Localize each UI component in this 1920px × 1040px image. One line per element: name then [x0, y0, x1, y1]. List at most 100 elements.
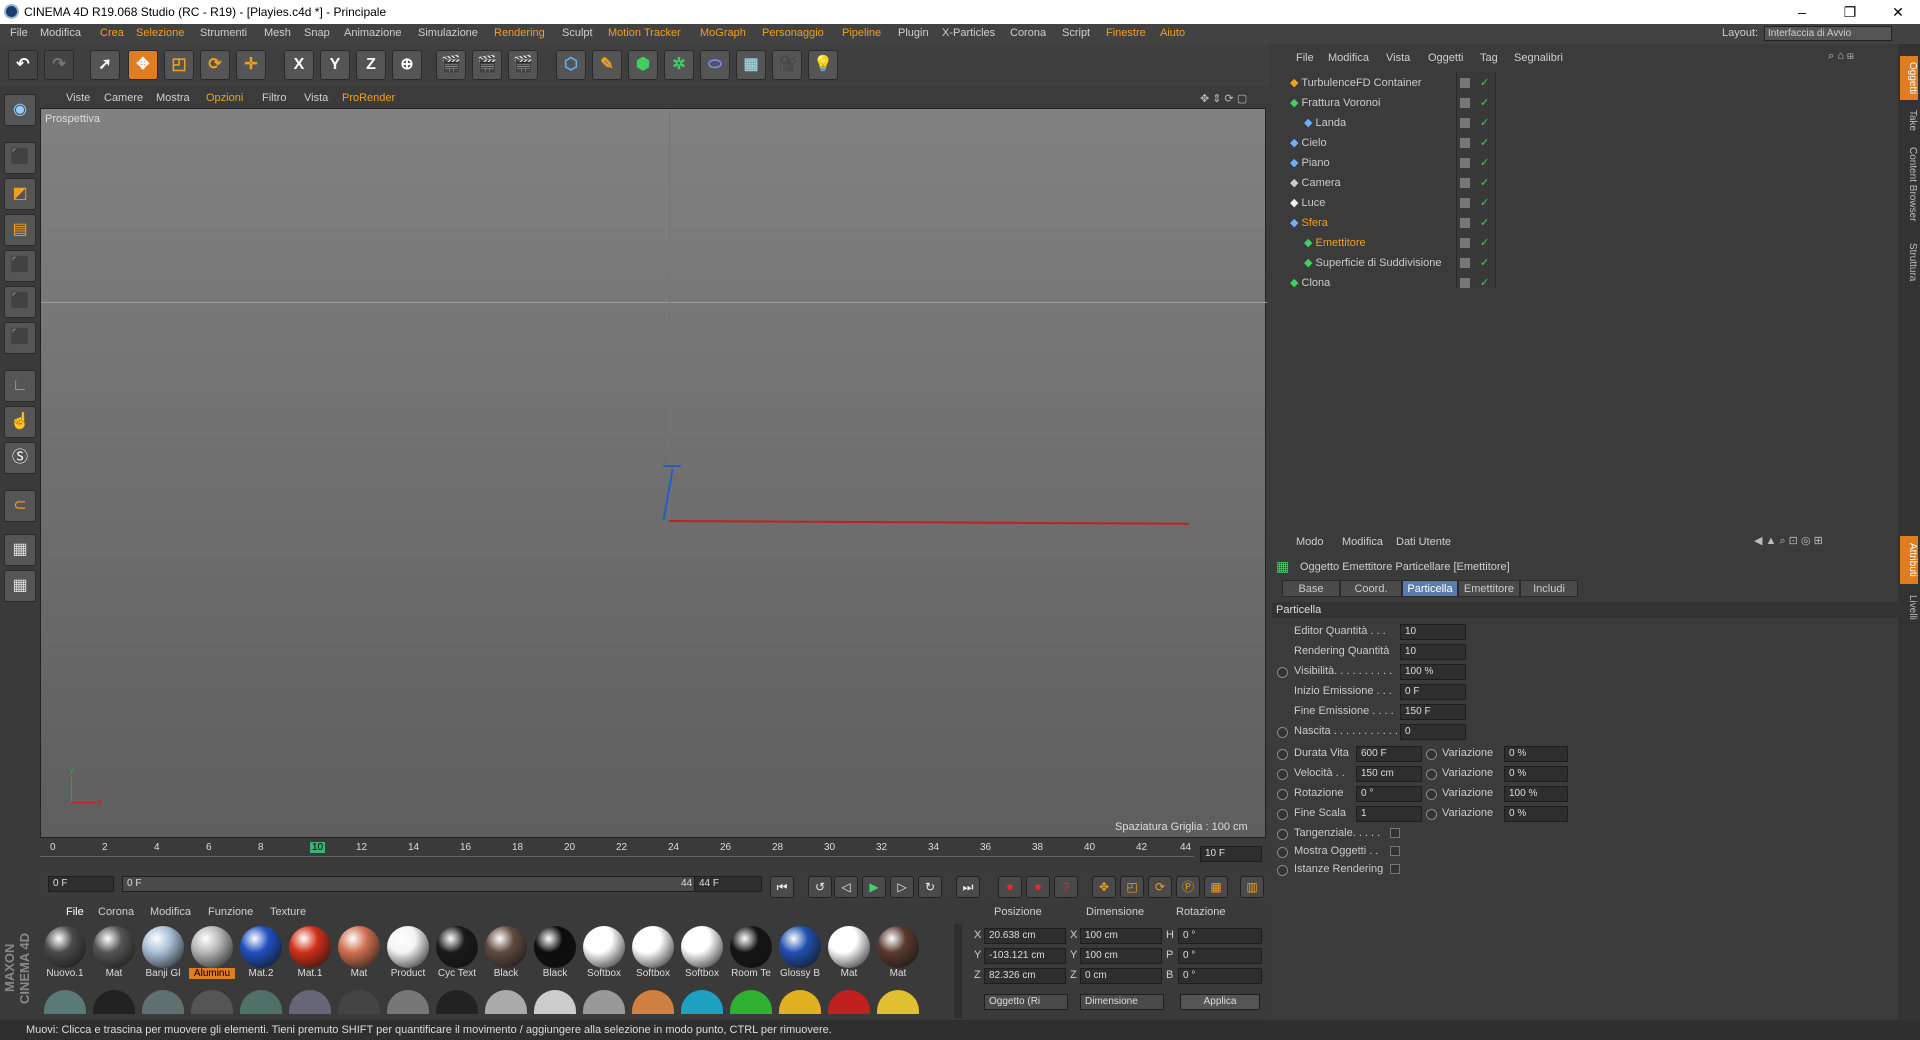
material-scrollbar[interactable] [954, 924, 962, 1018]
param-animate-icon[interactable] [1426, 749, 1437, 760]
menu-x-particles[interactable]: X-Particles [942, 27, 995, 39]
mat-menu-texture[interactable]: Texture [270, 906, 306, 918]
param-animate-icon[interactable] [1426, 769, 1437, 780]
param-animate-icon[interactable] [1277, 789, 1288, 800]
workplane-lock-icon[interactable]: ▦ [4, 534, 36, 566]
object-row[interactable]: ◆ Clona [1290, 276, 1330, 294]
play-icon[interactable]: ▶ [862, 876, 886, 898]
render-picture-viewer-icon[interactable]: 🎬 [472, 50, 502, 80]
param-field[interactable]: 10 [1400, 644, 1466, 660]
material-swatch[interactable]: Product [385, 926, 431, 984]
texture-mode-icon[interactable]: ◩ [4, 178, 36, 210]
current-frame-marker[interactable]: 10 [310, 842, 326, 853]
object-row[interactable]: ◆ Luce [1290, 196, 1325, 214]
checkbox[interactable] [1390, 864, 1400, 874]
object-row[interactable]: ◆ Cielo [1290, 136, 1327, 154]
key-parameter-icon[interactable]: Ⓟ [1176, 876, 1200, 898]
param-animate-icon[interactable] [1277, 769, 1288, 780]
material-swatch[interactable]: Room Te [728, 926, 774, 984]
tab-emettitore[interactable]: Emettitore [1458, 580, 1520, 597]
menu-selezione[interactable]: Selezione [136, 27, 184, 39]
axis-mode-icon[interactable]: ∟ [4, 370, 36, 402]
param-animate-icon[interactable] [1277, 749, 1288, 760]
apply-button[interactable]: Applica [1180, 994, 1260, 1010]
attr-menu-dati-utente[interactable]: Dati Utente [1396, 536, 1451, 548]
tab-base[interactable]: Base [1282, 580, 1340, 597]
key-rotation-icon[interactable]: ⟳ [1148, 876, 1172, 898]
mat-menu-file[interactable]: File [66, 906, 84, 918]
minimize-button[interactable]: – [1780, 1, 1824, 23]
param-animate-icon[interactable] [1277, 727, 1288, 738]
variation-field[interactable]: 100 % [1504, 786, 1568, 802]
obj-menu-vista[interactable]: Vista [1386, 52, 1410, 64]
attr-nav-icons[interactable]: ◀ ▲ ⌕ ⊡ ◎ ⊞ [1754, 534, 1823, 548]
param-animate-icon[interactable] [1426, 789, 1437, 800]
material-swatch[interactable]: Banji Gl [140, 926, 186, 984]
visibility-dot-icon[interactable] [1460, 118, 1470, 128]
object-row[interactable]: ◆ Emettitore [1304, 236, 1366, 254]
visibility-dot-icon[interactable] [1460, 178, 1470, 188]
material-swatch[interactable]: Mat.2 [238, 926, 284, 984]
object-row[interactable]: ◆ Frattura Voronoi [1290, 96, 1380, 114]
subdivision-surface-icon[interactable]: ⬢ [628, 50, 658, 80]
autokey-icon[interactable]: ⏺ [1026, 876, 1050, 898]
vp-menu-filtro[interactable]: Filtro [262, 92, 286, 104]
tab-includi[interactable]: Includi [1520, 580, 1578, 597]
variation-field[interactable]: 0 % [1504, 746, 1568, 762]
material-swatch[interactable]: Mat [826, 926, 872, 984]
axis-y-lock-button[interactable]: Y [320, 50, 350, 80]
position-x-field[interactable]: 20.638 cm [984, 928, 1066, 944]
side-tab-attributi[interactable]: Attributi [1900, 536, 1918, 584]
param-animate-icon[interactable] [1277, 667, 1288, 678]
keyframe-selection-icon[interactable]: ? [1054, 876, 1078, 898]
material-swatch[interactable]: Black [532, 926, 578, 984]
obj-menu-modifica[interactable]: Modifica [1328, 52, 1369, 64]
axis-x-lock-button[interactable]: X [284, 50, 314, 80]
object-row[interactable]: ◆ Piano [1290, 156, 1330, 174]
rotation-p-field[interactable]: 0 ° [1178, 948, 1262, 964]
edges-mode-icon[interactable]: ⬛ [4, 286, 36, 318]
menu-personaggio[interactable]: Personaggio [762, 27, 824, 39]
visibility-dot-icon[interactable] [1460, 78, 1470, 88]
size-x-field[interactable]: 100 cm [1080, 928, 1162, 944]
rotation-h-field[interactable]: 0 ° [1178, 928, 1262, 944]
variation-field[interactable]: 0 % [1504, 806, 1568, 822]
material-swatch[interactable]: Softbox [679, 926, 725, 984]
position-z-field[interactable]: 82.326 cm [984, 968, 1066, 984]
timeline-ruler[interactable]: 0 2 4 6 8 10 12 14 16 18 20 22 24 26 28 … [40, 840, 1266, 872]
param-animate-icon[interactable] [1277, 829, 1288, 840]
snap-magnet-icon[interactable]: ⊂ [4, 490, 36, 522]
obj-menu-tag[interactable]: Tag [1480, 52, 1498, 64]
key-scale-icon[interactable]: ◰ [1120, 876, 1144, 898]
last-tool-icon[interactable]: ✛ [236, 50, 266, 80]
menu-simulazione[interactable]: Simulazione [418, 27, 478, 39]
next-frame-icon[interactable]: ▷ [890, 876, 914, 898]
material-swatch[interactable]: Mat.1 [287, 926, 333, 984]
menu-finestre[interactable]: Finestre [1106, 27, 1146, 39]
enable-check-icon[interactable]: ✓ [1480, 136, 1489, 149]
menu-corona[interactable]: Corona [1010, 27, 1046, 39]
enable-check-icon[interactable]: ✓ [1480, 176, 1489, 189]
visibility-dot-icon[interactable] [1460, 258, 1470, 268]
vp-menu-viste[interactable]: Viste [66, 92, 90, 104]
variation-field[interactable]: 0 % [1504, 766, 1568, 782]
coord-mode-select[interactable]: Oggetto (Ri [984, 994, 1068, 1010]
param-animate-icon[interactable] [1277, 865, 1288, 876]
key-position-icon[interactable]: ✥ [1092, 876, 1116, 898]
enable-check-icon[interactable]: ✓ [1480, 256, 1489, 269]
redo-icon[interactable]: ↷ [44, 50, 74, 80]
rotation-b-field[interactable]: 0 ° [1178, 968, 1262, 984]
menu-motion-tracker[interactable]: Motion Tracker [608, 27, 681, 39]
material-swatch[interactable]: Softbox [581, 926, 627, 984]
mat-menu-corona[interactable]: Corona [98, 906, 134, 918]
render-settings-icon[interactable]: 🎬 [508, 50, 538, 80]
param-field[interactable]: 150 F [1400, 704, 1466, 720]
param-field[interactable]: 100 % [1400, 664, 1466, 680]
obj-search-home-icons[interactable]: ⌕ ⌂ ⊞ [1828, 50, 1854, 63]
rotate-tool-icon[interactable]: ⟳ [200, 50, 230, 80]
side-tab-content-browser[interactable]: Content Browser [1900, 142, 1918, 226]
cloner-icon[interactable]: ✲ [664, 50, 694, 80]
object-row[interactable]: ◆ Sfera [1290, 216, 1328, 234]
solo-mode-icon[interactable]: Ⓢ [4, 442, 36, 474]
checkbox[interactable] [1390, 846, 1400, 856]
